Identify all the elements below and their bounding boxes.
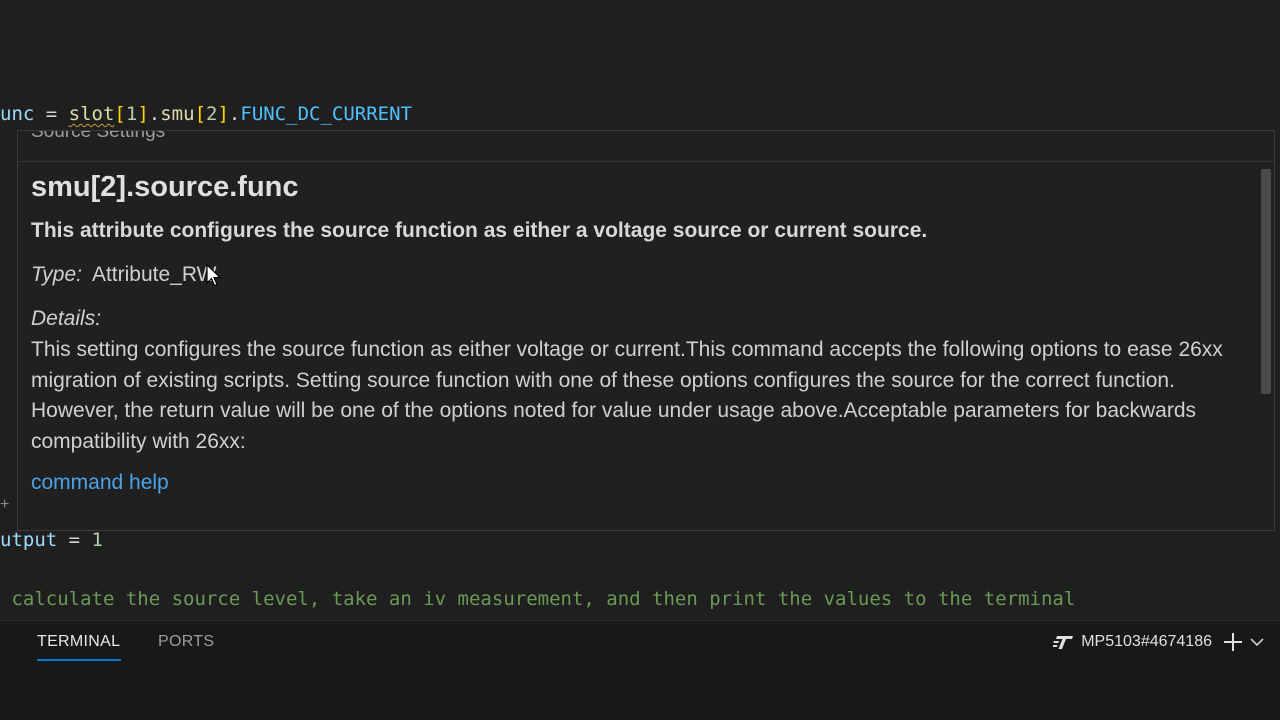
- code-line-func-assignment[interactable]: unc = slot[1].smu[2].FUNC_DC_CURRENT: [0, 102, 412, 126]
- code-token: .: [148, 103, 161, 125]
- hover-summary: This attribute configures the source fun…: [31, 219, 928, 242]
- hover-type: Type: Attribute_RW: [31, 263, 216, 287]
- terminal-name: MP5103#4674186: [1081, 633, 1212, 650]
- code-token: .: [228, 103, 241, 125]
- hover-header-label: Source Settings: [31, 131, 166, 142]
- code-token: =: [57, 529, 92, 551]
- command-help-link[interactable]: command help: [31, 471, 169, 495]
- tab-ports-label: PORTS: [158, 633, 215, 650]
- hover-scrollbar[interactable]: [1261, 169, 1271, 394]
- active-tab-indicator: [37, 659, 121, 661]
- hover-widget: Source Settings smu[2].source.func This …: [17, 130, 1275, 531]
- code-token: 1: [125, 103, 138, 125]
- details-label: Details:: [31, 307, 102, 330]
- details-text: This setting configures the source funct…: [31, 338, 1223, 453]
- code-token: ]: [137, 103, 149, 125]
- code-line-output-assignment[interactable]: utput = 1: [0, 528, 103, 552]
- chevron-down-icon[interactable]: [1249, 635, 1265, 649]
- code-token: smu: [160, 103, 195, 125]
- plus-icon[interactable]: [1222, 631, 1244, 653]
- type-label: Type:: [31, 263, 82, 286]
- gutter-plus-icon[interactable]: +: [0, 496, 9, 514]
- code-token: =: [34, 103, 69, 125]
- bottom-panel: TERMINAL PORTS MP5103#4674186: [0, 620, 1280, 720]
- code-token: ]: [217, 103, 229, 125]
- code-line-comment[interactable]: calculate the source level, take an iv m…: [0, 587, 1075, 611]
- terminal-logo-icon: [1053, 634, 1075, 650]
- type-value: Attribute_RW: [91, 263, 217, 286]
- hover-header: Source Settings: [18, 131, 1274, 162]
- tab-terminal[interactable]: TERMINAL: [37, 633, 121, 661]
- tab-terminal-label: TERMINAL: [37, 633, 121, 650]
- code-token: FUNC_DC_CURRENT: [240, 103, 412, 125]
- code-token: [: [194, 103, 207, 125]
- code-token: utput: [0, 529, 58, 551]
- code-token: 1: [91, 529, 103, 551]
- terminal-instance[interactable]: MP5103#4674186: [1053, 633, 1212, 651]
- hover-title: smu[2].source.func: [31, 171, 299, 203]
- code-token: slot: [68, 103, 115, 125]
- code-token: unc: [0, 103, 35, 125]
- code-editor[interactable]: unc = slot[1].smu[2].FUNC_DC_CURRENT utp…: [0, 0, 1280, 620]
- mouse-pointer-icon: [206, 264, 222, 287]
- code-token: 2: [206, 103, 218, 125]
- tab-ports[interactable]: PORTS: [158, 633, 214, 651]
- code-token: [: [114, 103, 126, 125]
